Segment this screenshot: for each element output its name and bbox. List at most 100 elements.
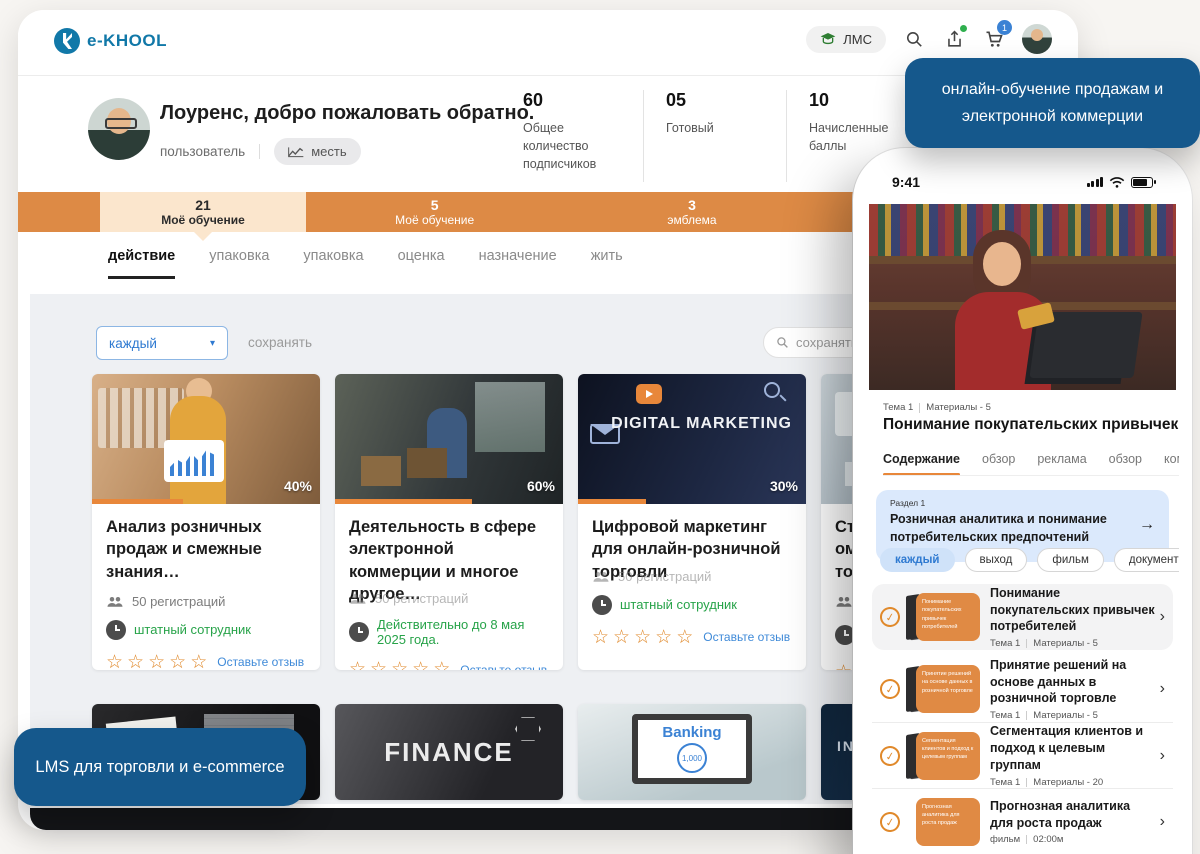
subtab-action[interactable]: действие	[108, 248, 176, 279]
people-icon	[107, 596, 123, 607]
lesson-item[interactable]: ✓ Принятие решений на основе данных в ро…	[872, 656, 1173, 722]
tab-content[interactable]: Содержание	[883, 452, 961, 475]
arrow-right-icon[interactable]: →	[1139, 516, 1155, 534]
callout-online-training: онлайн-обучение продажам и электронной к…	[905, 58, 1200, 148]
star-icon[interactable]: ☆	[433, 660, 450, 670]
progress-bar	[335, 499, 472, 504]
star-icon[interactable]: ☆	[148, 653, 165, 670]
star-icon[interactable]: ☆	[106, 653, 123, 670]
tab-badges[interactable]: 3 эмблема	[563, 192, 820, 232]
progress-percent: 30%	[769, 478, 798, 494]
status-time: 9:41	[892, 174, 921, 190]
tab-label: эмблема	[667, 213, 717, 228]
search-icon	[906, 31, 922, 47]
topic-label: Тема 1	[883, 402, 914, 413]
header-avatar[interactable]	[1022, 24, 1052, 54]
course-card[interactable]: 60% Деятельность в сфере электронной ком…	[335, 374, 563, 670]
lesson-list: ✓ Понимание покупательских привычек потр…	[872, 584, 1173, 854]
course-card[interactable]: FINANCE	[335, 704, 563, 800]
star-icon[interactable]: ☆	[655, 628, 672, 647]
lesson-item-meta: Тема 1 Материалы - 5	[990, 710, 1098, 722]
share-button[interactable]	[942, 25, 967, 51]
registrations-count: 50 регистраций	[618, 568, 712, 584]
chip-exit[interactable]: выход	[964, 548, 1028, 572]
progress-percent: 60%	[526, 478, 555, 494]
tab-overview-1[interactable]: обзор	[982, 452, 1015, 466]
star-icon[interactable]: ☆	[592, 628, 609, 647]
tab-ads[interactable]: реклама	[1037, 452, 1086, 466]
lesson-item[interactable]: ✓ Прогнозная аналитика для роста продаж …	[872, 788, 1173, 854]
star-icon[interactable]: ☆	[412, 660, 429, 670]
tab-count: 21	[195, 197, 211, 213]
rating-row[interactable]: ☆☆☆☆☆ Оставьте отзыв	[592, 628, 792, 647]
tab-my-learning-2[interactable]: 5 Моё обучение	[306, 192, 563, 232]
star-icon[interactable]: ☆	[370, 660, 387, 670]
stat-label: Общее количество подписчиков	[523, 121, 597, 172]
cart-button[interactable]: 1	[982, 20, 1012, 51]
lesson-item-meta: Тема 1 Материалы - 5	[990, 638, 1098, 650]
welcome-title: Лоуренс, добро пожаловать обратно.	[160, 102, 535, 124]
ekhool-logo-text: e-KHOOL	[87, 31, 167, 50]
people-icon	[593, 571, 609, 582]
lesson-item-meta: фильм 02:00м	[990, 834, 1064, 846]
clock-icon	[592, 594, 612, 615]
tab-count: 5	[430, 196, 439, 213]
lesson-thumbnail: Понимание покупательских привычек потреб…	[906, 593, 980, 641]
stat-value: 10	[809, 90, 830, 110]
tab-overview-2[interactable]: обзор	[1109, 452, 1142, 466]
lesson-item[interactable]: ✓ Сегментация клиентов и подход к целевы…	[872, 722, 1173, 788]
stat-value: 05	[666, 90, 687, 110]
star-icon[interactable]: ☆	[613, 628, 630, 647]
stat-ready: 05 Готовый	[666, 90, 786, 182]
stat-label: Готовый	[666, 121, 714, 135]
star-icon[interactable]: ☆	[835, 663, 852, 670]
star-icon[interactable]: ☆	[127, 653, 144, 670]
star-icon[interactable]: ☆	[169, 653, 186, 670]
rating-row[interactable]: ☆☆☆☆☆ Оставьте отзыв	[106, 653, 306, 670]
chip-film[interactable]: фильм	[1037, 548, 1104, 572]
course-status: штатный сотрудник	[134, 622, 251, 638]
chip-every[interactable]: каждый	[880, 548, 955, 572]
lesson-item[interactable]: ✓ Понимание покупательских привычек потр…	[872, 584, 1173, 650]
course-filter-select[interactable]: каждый ▾	[96, 326, 228, 360]
active-tab-pointer	[194, 232, 212, 241]
ekhool-logo[interactable]: e-KHOOL	[54, 28, 167, 54]
image-caption: FINANCE	[384, 736, 514, 767]
star-icon[interactable]: ☆	[349, 660, 366, 670]
rating-row[interactable]: ☆ ☆ ☆ ☆ ☆ Оставьте отзыв	[349, 660, 549, 670]
star-icon[interactable]: ☆	[391, 660, 408, 670]
star-icon[interactable]: ☆	[676, 628, 693, 647]
chip-document[interactable]: документ▾	[1113, 548, 1179, 572]
lesson-thumbnail: Прогнозная аналитика для роста продаж	[908, 797, 980, 846]
lesson-thumbnail: Принятие решений на основе данных в розн…	[906, 665, 980, 713]
leave-review-link[interactable]: Оставьте отзыв	[217, 655, 304, 669]
subtab-packaging-1[interactable]: упаковка	[209, 248, 269, 279]
tab-my-learning-active[interactable]: 21 Моё обучение	[100, 192, 306, 232]
user-role-label: пользователь	[160, 144, 261, 159]
subtab-live[interactable]: жить	[591, 248, 623, 279]
user-avatar	[88, 98, 150, 160]
search-icon	[777, 337, 788, 348]
leave-review-link[interactable]: Оставьте отзыв	[460, 663, 547, 670]
leave-review-link[interactable]: Оставьте отзыв	[703, 630, 790, 644]
screenshot-stage: e-KHOOL ЛМС 1 Лоуренс, добро пожаловать …	[0, 0, 1200, 854]
lms-badge[interactable]: ЛМС	[806, 25, 886, 53]
course-card[interactable]: Banking 1,000	[578, 704, 806, 800]
lesson-video[interactable]	[869, 204, 1176, 390]
course-card[interactable]: 40% Анализ розничных продаж и смежные зн…	[92, 374, 320, 670]
people-icon	[350, 594, 366, 604]
tab-comments[interactable]: комментарии	[1164, 452, 1179, 466]
subtab-grade[interactable]: оценка	[398, 248, 445, 279]
filter-selected-value: каждый	[109, 335, 157, 351]
ekhool-logo-icon	[54, 28, 80, 54]
star-icon[interactable]: ☆	[190, 653, 207, 670]
star-icon[interactable]: ☆	[634, 628, 651, 647]
course-image: DIGITAL MARKETING 30%	[578, 374, 806, 504]
course-status: Действительно до 8 мая 2025 года.	[377, 617, 525, 648]
subtab-assignment[interactable]: назначение	[479, 248, 557, 279]
subtab-packaging-2[interactable]: упаковка	[303, 248, 363, 279]
search-button[interactable]	[902, 27, 926, 51]
rank-button[interactable]: месть	[274, 138, 361, 165]
materials-label: Материалы - 5	[926, 402, 991, 413]
course-card[interactable]: DIGITAL MARKETING 30% Цифровой маркетинг…	[578, 374, 806, 670]
